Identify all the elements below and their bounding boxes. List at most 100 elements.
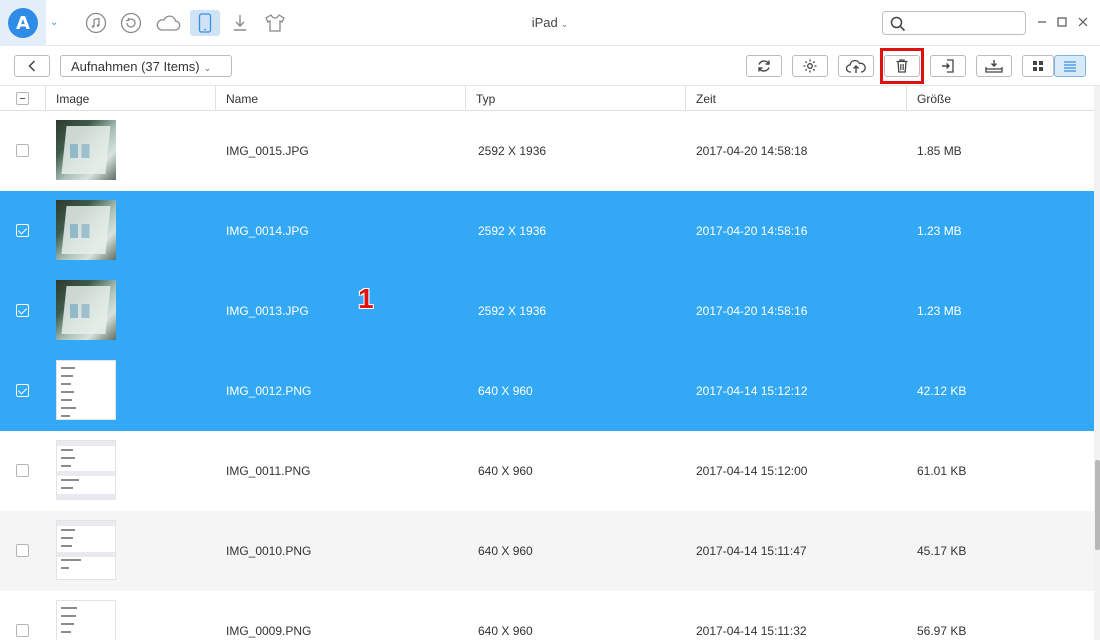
list-view-icon [1064, 61, 1076, 72]
screenshot-thumbnail [56, 520, 116, 580]
file-time: 2017-04-14 15:12:12 [696, 384, 808, 398]
file-type: 640 X 960 [478, 624, 533, 638]
file-time: 2017-04-14 15:11:32 [696, 624, 807, 638]
file-size: 1.23 MB [917, 304, 962, 318]
search-icon [890, 16, 906, 32]
file-size: 45.17 KB [917, 544, 967, 558]
export-to-pc-button[interactable] [930, 55, 966, 77]
photo-list: IMG_0015.JPG 2592 X 1936 2017-04-20 14:5… [0, 111, 1094, 640]
folder-dropdown[interactable]: Aufnahmen (37 Items) ⌄ [60, 55, 232, 77]
scrollbar-track[interactable] [1094, 86, 1100, 640]
upload-cloud-button[interactable] [838, 55, 874, 77]
table-header: Image Name Typ Zeit Größe [0, 86, 1094, 111]
file-size: 42.12 KB [917, 384, 967, 398]
table-row[interactable]: IMG_0013.JPG 2592 X 1936 2017-04-20 14:5… [0, 271, 1094, 351]
file-type: 640 X 960 [478, 384, 533, 398]
file-time: 2017-04-14 15:12:00 [696, 464, 808, 478]
cloud-icon[interactable] [155, 10, 181, 36]
row-checkbox[interactable] [16, 144, 29, 157]
row-checkbox[interactable] [16, 304, 29, 317]
grid-view-button[interactable] [1022, 55, 1054, 77]
download-icon[interactable] [227, 10, 253, 36]
file-time: 2017-04-20 14:58:16 [696, 224, 808, 238]
table-row[interactable]: IMG_0011.PNG 640 X 960 2017-04-14 15:12:… [0, 431, 1094, 511]
device-name: iPad [531, 15, 558, 30]
file-size: 1.85 MB [917, 144, 962, 158]
toolbar: Aufnahmen (37 Items) ⌄ [0, 46, 1100, 86]
search-input[interactable] [882, 11, 1026, 35]
file-type: 640 X 960 [478, 464, 533, 478]
column-header-name[interactable]: Name [216, 86, 466, 111]
file-size: 56.97 KB [917, 624, 967, 638]
music-icon[interactable] [83, 10, 109, 36]
select-all-checkbox[interactable] [16, 92, 29, 105]
folder-label: Aufnahmen (37 Items) [71, 59, 200, 74]
column-header-typ[interactable]: Typ [466, 86, 686, 111]
file-time: 2017-04-14 15:11:47 [696, 544, 807, 558]
file-time: 2017-04-20 14:58:16 [696, 304, 808, 318]
table-row[interactable]: IMG_0014.JPG 2592 X 1936 2017-04-20 14:5… [0, 191, 1094, 271]
anytrans-logo-icon: A [8, 8, 38, 38]
delete-highlight-box [880, 48, 924, 84]
list-view-button[interactable] [1054, 55, 1086, 77]
row-checkbox[interactable] [16, 464, 29, 477]
row-checkbox[interactable] [16, 624, 29, 637]
file-type: 2592 X 1936 [478, 224, 547, 238]
file-name: IMG_0011.PNG [226, 464, 311, 478]
photo-thumbnail [56, 280, 116, 340]
row-checkbox[interactable] [16, 544, 29, 557]
close-icon[interactable] [1076, 14, 1090, 30]
table-row[interactable]: IMG_0010.PNG 640 X 960 2017-04-14 15:11:… [0, 511, 1094, 591]
table-row[interactable]: IMG_0012.PNG 640 X 960 2017-04-14 15:12:… [0, 351, 1094, 431]
back-button[interactable] [14, 55, 50, 77]
upload-cloud-icon [846, 59, 866, 73]
device-selector[interactable]: iPad ⌄ [510, 15, 590, 30]
file-size: 61.01 KB [917, 464, 967, 478]
file-name: IMG_0013.JPG [226, 304, 309, 318]
maximize-icon[interactable] [1055, 14, 1069, 30]
refresh-icon [758, 60, 770, 72]
file-name: IMG_0014.JPG [226, 224, 309, 238]
annotation-step-1: 1 [358, 283, 374, 314]
tshirt-icon[interactable] [262, 10, 288, 36]
scrollbar-thumb[interactable] [1095, 460, 1100, 550]
history-icon[interactable] [118, 10, 144, 36]
table-row[interactable]: IMG_0009.PNG 640 X 960 2017-04-14 15:11:… [0, 591, 1094, 640]
settings-icon [803, 59, 817, 73]
title-bar: A ⌄ iPad ⌄ [0, 0, 1100, 46]
file-name: IMG_0009.PNG [226, 624, 312, 638]
row-checkbox[interactable] [16, 224, 29, 237]
file-type: 2592 X 1936 [478, 304, 547, 318]
logo-menu-chevron-icon[interactable]: ⌄ [50, 17, 58, 28]
file-time: 2017-04-20 14:58:18 [696, 144, 808, 158]
chevron-left-icon [28, 60, 36, 72]
table-row[interactable]: IMG_0015.JPG 2592 X 1936 2017-04-20 14:5… [0, 111, 1094, 191]
file-name: IMG_0010.PNG [226, 544, 312, 558]
file-name: IMG_0015.JPG [226, 144, 309, 158]
file-type: 2592 X 1936 [478, 144, 547, 158]
screenshot-thumbnail [56, 440, 116, 500]
row-checkbox[interactable] [16, 384, 29, 397]
column-header-groesse[interactable]: Größe [907, 86, 1094, 111]
export-icon [942, 59, 954, 73]
import-icon [985, 60, 1003, 73]
column-header-image[interactable]: Image [46, 86, 216, 111]
app-logo[interactable]: A [0, 0, 46, 46]
settings-button[interactable] [792, 55, 828, 77]
chevron-down-icon: ⌄ [560, 19, 569, 29]
file-name: IMG_0012.PNG [226, 384, 312, 398]
screenshot-thumbnail [56, 360, 116, 420]
photo-thumbnail [56, 120, 116, 180]
import-to-device-button[interactable] [976, 55, 1012, 77]
select-all-cell [0, 86, 46, 111]
screenshot-thumbnail [56, 600, 116, 640]
file-type: 640 X 960 [478, 544, 533, 558]
minimize-icon[interactable] [1035, 14, 1049, 30]
photo-thumbnail [56, 200, 116, 260]
refresh-button[interactable] [746, 55, 782, 77]
column-header-zeit[interactable]: Zeit [686, 86, 907, 111]
chevron-down-icon: ⌄ [203, 63, 212, 73]
file-size: 1.23 MB [917, 224, 962, 238]
grid-view-icon [1033, 61, 1043, 71]
ipad-icon[interactable] [190, 10, 220, 36]
